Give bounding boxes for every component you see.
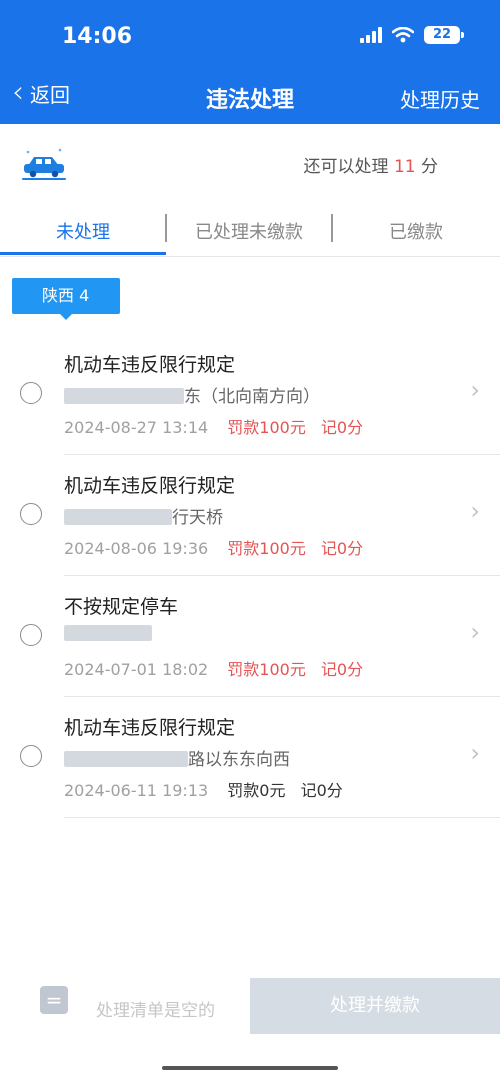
tab-active-indicator <box>0 252 166 255</box>
violation-points: 记0分 <box>320 418 364 437</box>
violation-fine: 罚款0元 <box>227 781 286 800</box>
violation-fine: 罚款100元 <box>227 539 306 558</box>
violation-item[interactable]: 机动车违反限行规定 路以东东向西 2024-06-11 19:13 罚款0元 记… <box>0 697 500 818</box>
redacted-block <box>64 751 188 767</box>
process-pay-button[interactable]: 处理并缴款 <box>250 978 500 1034</box>
select-radio[interactable] <box>20 503 42 525</box>
violation-points: 记0分 <box>320 660 364 679</box>
signal-icon <box>360 27 382 43</box>
select-radio[interactable] <box>20 745 42 767</box>
violation-date: 2024-08-27 13:14 <box>64 418 209 437</box>
remaining-count: 11 <box>393 157 416 177</box>
tab-divider <box>331 214 333 242</box>
violation-location: 路以东东向西 <box>64 745 290 770</box>
location-text: 路以东东向西 <box>188 750 290 770</box>
tab-divider <box>165 214 167 242</box>
history-button[interactable]: 处理历史 <box>400 84 480 113</box>
tab-bar: 未处理 已处理未缴款 已缴款 <box>0 208 500 256</box>
header-bar: 14:06 22 ‹ 返回 违法处理 处理历史 <box>0 0 500 124</box>
select-radio[interactable] <box>20 624 42 646</box>
region-tag[interactable]: 陕西 4 <box>12 278 120 320</box>
violation-date: 2024-06-11 19:13 <box>64 781 209 800</box>
status-time: 14:06 <box>62 24 133 49</box>
violation-date: 2024-08-06 19:36 <box>64 539 209 558</box>
chevron-right-icon: › <box>470 739 480 767</box>
status-icons: 22 <box>360 26 464 44</box>
select-radio[interactable] <box>20 382 42 404</box>
tab-processed-unpaid[interactable]: 已处理未缴款 <box>166 218 332 244</box>
violation-meta: 2024-07-01 18:02 罚款100元 记0分 <box>64 656 363 680</box>
violation-fine: 罚款100元 <box>227 418 306 437</box>
tab-paid[interactable]: 已缴款 <box>332 218 500 244</box>
location-text: 东（北向南方向） <box>184 387 320 407</box>
violation-meta: 2024-08-27 13:14 罚款100元 记0分 <box>64 414 363 438</box>
violation-location: 行天桥 <box>64 503 223 528</box>
violation-item[interactable]: 不按规定停车 2024-07-01 18:02 罚款100元 记0分 › <box>0 576 500 697</box>
redacted-block <box>64 388 184 404</box>
violation-title: 机动车违反限行规定 <box>64 354 236 376</box>
car-icon <box>22 148 66 180</box>
list-icon: = <box>40 986 68 1014</box>
location-text: 行天桥 <box>172 508 223 528</box>
redacted-block <box>64 625 152 641</box>
violation-title: 不按规定停车 <box>64 596 179 618</box>
remaining-suffix: 分 <box>421 157 438 177</box>
violation-item[interactable]: 机动车违反限行规定 行天桥 2024-08-06 19:36 罚款100元 记0… <box>0 455 500 576</box>
violation-meta: 2024-06-11 19:13 罚款0元 记0分 <box>64 777 343 801</box>
violation-date: 2024-07-01 18:02 <box>64 660 209 679</box>
wifi-icon <box>392 27 414 43</box>
violation-location: 东（北向南方向） <box>64 382 320 407</box>
violation-title: 机动车违反限行规定 <box>64 475 236 497</box>
tab-unprocessed[interactable]: 未处理 <box>0 218 166 244</box>
violation-points: 记0分 <box>300 781 343 800</box>
violation-location <box>64 624 152 644</box>
violation-points: 记0分 <box>320 539 364 558</box>
chevron-right-icon: › <box>470 497 480 525</box>
violation-fine: 罚款100元 <box>227 660 306 679</box>
home-indicator <box>162 1066 338 1070</box>
battery-icon: 22 <box>424 26 464 44</box>
divider <box>64 817 500 818</box>
violation-item[interactable]: 机动车违反限行规定 东（北向南方向） 2024-08-27 13:14 罚款10… <box>0 334 500 455</box>
redacted-block <box>64 509 172 525</box>
empty-list-text: 处理清单是空的 <box>96 1001 215 1021</box>
violation-meta: 2024-08-06 19:36 罚款100元 记0分 <box>64 535 363 559</box>
chevron-right-icon: › <box>470 376 480 404</box>
remaining-points: 还可以处理 11 分 <box>304 152 438 177</box>
divider <box>0 256 500 257</box>
violation-list: 机动车违反限行规定 东（北向南方向） 2024-08-27 13:14 罚款10… <box>0 334 500 818</box>
chevron-right-icon: › <box>470 618 480 646</box>
remaining-prefix: 还可以处理 <box>303 157 389 177</box>
violation-title: 机动车违反限行规定 <box>64 717 236 739</box>
